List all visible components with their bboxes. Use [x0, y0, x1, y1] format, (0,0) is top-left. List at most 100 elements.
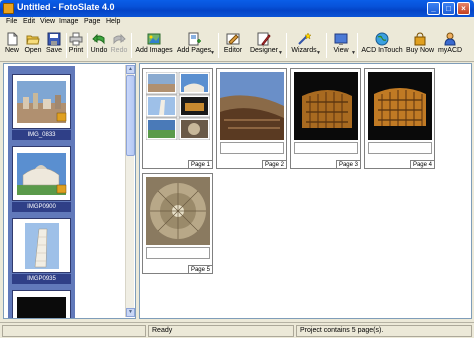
page-caption-box[interactable] [220, 142, 284, 154]
thumbnail-name: IMGP0935 [12, 274, 71, 284]
thumbnail-image [12, 74, 71, 129]
page-card[interactable]: Page 3 [290, 68, 361, 169]
page-2-photo [220, 72, 284, 140]
thumbnail-image [12, 146, 71, 201]
city-photo-icon [17, 81, 67, 123]
save-disk-icon [47, 32, 61, 46]
window-title: Untitled - FotoSlate 4.0 [17, 2, 115, 12]
thumbnail-item[interactable] [12, 290, 71, 318]
view-button[interactable]: View ▼ [331, 31, 356, 60]
toolbar-separator [87, 33, 88, 58]
buy-now-button[interactable]: Buy Now [405, 31, 435, 60]
print-button[interactable]: Print [67, 31, 85, 60]
toolbar-separator [286, 33, 287, 58]
undo-label: Undo [90, 47, 108, 54]
thumbnail-name: IMG_0833 [12, 130, 71, 140]
page-card[interactable]: Page 5 [142, 173, 213, 274]
print-label: Print [68, 47, 84, 54]
add-pages-icon [188, 32, 201, 46]
thumbnail-image [12, 218, 71, 273]
page-label: Page 4 [409, 160, 435, 169]
minimize-button[interactable]: _ [427, 2, 440, 15]
status-left [2, 325, 146, 337]
add-images-button[interactable]: Add Images [134, 31, 174, 60]
editor-label: Editor [223, 47, 243, 54]
page-4-photo [368, 72, 432, 140]
thumbnail-name: IMGP0900 [12, 202, 71, 212]
title-bar: Untitled - FotoSlate 4.0 _ □ × [0, 0, 474, 17]
status-bar: Ready Project contains 5 page(s). [0, 322, 474, 338]
page-card[interactable]: Page 1 [142, 68, 213, 169]
cathedral-photo-icon [17, 153, 67, 195]
shopping-bag-icon [414, 32, 426, 46]
menu-bar: File Edit View Image Page Help [0, 17, 474, 29]
menu-page[interactable]: Page [84, 18, 100, 25]
colosseum-night-photo-icon [294, 72, 358, 140]
wizards-dropdown-icon[interactable]: ▼ [316, 50, 321, 56]
wizards-button[interactable]: Wizards ▼ [290, 31, 321, 60]
redo-button[interactable]: Redo [109, 31, 129, 60]
close-button[interactable]: × [457, 2, 470, 15]
open-label: Open [24, 47, 42, 54]
open-folder-icon [26, 35, 40, 45]
menu-edit[interactable]: Edit [23, 18, 35, 25]
undo-button[interactable]: Undo [89, 31, 109, 60]
undo-arrow-icon [92, 33, 105, 45]
thumbnail-item[interactable]: IMGP0935 [12, 218, 71, 284]
thumbnail-scrollbar[interactable]: ▲ ▼ [125, 65, 135, 317]
save-label: Save [46, 47, 62, 54]
toolbar-separator [218, 33, 219, 58]
scrollbar-thumb[interactable] [126, 75, 135, 156]
thumbnail-list: IMG_0833 IMGP0900 IMGP0935 [8, 66, 75, 318]
page-label: Page 2 [261, 160, 287, 169]
editor-button[interactable]: Editor [221, 31, 245, 60]
maximize-button[interactable]: □ [442, 2, 455, 15]
designer-button[interactable]: Designer ▼ [247, 31, 283, 60]
myacd-label: myACD [437, 47, 463, 54]
thumbnail-item[interactable]: IMGP0900 [12, 146, 71, 212]
scroll-up-arrow-icon[interactable]: ▲ [126, 65, 135, 74]
status-page-count: Project contains 5 page(s). [296, 325, 472, 337]
page-caption-box[interactable] [146, 247, 210, 259]
stadium-photo-icon [220, 72, 284, 140]
add-images-icon [147, 33, 161, 45]
wizard-wand-icon [298, 32, 311, 45]
toolbar-separator [326, 33, 327, 58]
acd-intouch-label: ACD InTouch [361, 47, 403, 54]
page-card[interactable]: Page 2 [216, 68, 287, 169]
menu-file[interactable]: File [6, 18, 17, 25]
dark-photo-icon [17, 297, 66, 318]
page-card[interactable]: Page 4 [364, 68, 435, 169]
thumbnail-item[interactable]: IMG_0833 [12, 74, 71, 140]
save-button[interactable]: Save [44, 31, 64, 60]
acd-intouch-button[interactable]: ACD InTouch [361, 31, 403, 60]
toolbar: New Open Save Print Undo Redo Add Images… [0, 29, 474, 62]
page-caption-box[interactable] [294, 142, 358, 154]
colosseum-photo-icon [368, 72, 432, 140]
add-pages-button[interactable]: Add Pages ▼ [175, 31, 215, 60]
menu-help[interactable]: Help [106, 18, 120, 25]
editor-icon [226, 33, 240, 45]
new-label: New [4, 47, 19, 54]
toolbar-separator [357, 33, 358, 58]
page-caption-box[interactable] [368, 142, 432, 154]
buy-now-label: Buy Now [405, 47, 434, 54]
view-dropdown-icon[interactable]: ▼ [351, 50, 356, 56]
designer-icon [257, 32, 271, 46]
view-label: View [333, 47, 349, 54]
scroll-down-arrow-icon[interactable]: ▼ [126, 308, 135, 317]
designer-dropdown-icon[interactable]: ▼ [278, 50, 283, 56]
myacd-person-icon [444, 32, 456, 46]
wizards-label: Wizards [291, 47, 317, 54]
add-pages-dropdown-icon[interactable]: ▼ [210, 50, 215, 56]
redo-arrow-icon [113, 33, 126, 45]
menu-image[interactable]: Image [59, 18, 78, 25]
thumbnail-image [12, 290, 71, 318]
add-images-label: Add Images [135, 47, 173, 54]
open-button[interactable]: Open [22, 31, 44, 60]
add-pages-label: Add Pages [176, 47, 212, 54]
page-3-photo [294, 72, 358, 140]
new-button[interactable]: New [2, 31, 22, 60]
menu-view[interactable]: View [40, 18, 55, 25]
myacd-button[interactable]: myACD [436, 31, 464, 60]
